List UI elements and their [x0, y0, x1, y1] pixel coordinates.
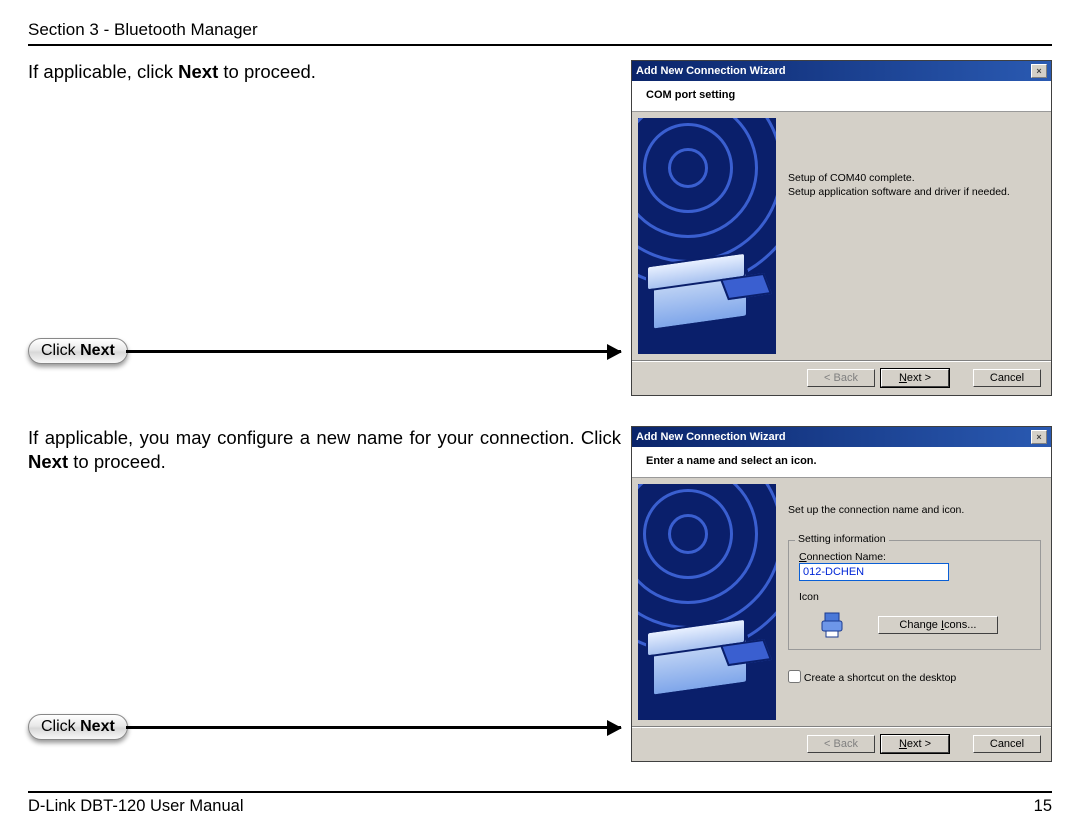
next-rest: ext > [907, 372, 931, 384]
fieldset-label: Setting information [795, 533, 889, 545]
footer-page: 15 [1034, 797, 1052, 816]
wizard2-body: Set up the connection name and icon. Set… [632, 478, 1051, 726]
wizard1-msg1: Setup of COM40 complete. [788, 172, 1041, 184]
instr2-post: to proceed. [68, 451, 166, 472]
cancel-button[interactable]: Cancel [973, 735, 1041, 753]
printer-icon [819, 611, 845, 639]
pill2-bold: Next [80, 718, 115, 735]
icon-label: Icon [799, 591, 819, 603]
pill-2: Click Next [28, 714, 128, 740]
callout-2: Click Next [28, 714, 621, 740]
instruction-2: If applicable, you may configure a new n… [28, 426, 621, 474]
back-button[interactable]: < Back [807, 735, 875, 753]
page-footer: D-Link DBT-120 User Manual 15 [28, 791, 1052, 816]
wizard1-msg2: Setup application software and driver if… [788, 186, 1041, 198]
row-1: If applicable, click Next to proceed. Cl… [28, 60, 1052, 396]
change-rest: cons... [944, 619, 976, 631]
pill-1: Click Next [28, 338, 128, 364]
wizard1-subtitle: COM port setting [632, 81, 1051, 112]
callout-1: Click Next [28, 338, 621, 364]
next-u: N [899, 372, 907, 384]
wizard-2: Add New Connection Wizard × Enter a name… [631, 426, 1052, 762]
change-icons-button[interactable]: Change Icons... [878, 616, 998, 634]
wizard2-subtitle: Enter a name and select an icon. [632, 447, 1051, 478]
wizard1-graphic [638, 118, 776, 354]
instr1-bold: Next [178, 61, 218, 82]
close-icon[interactable]: × [1031, 64, 1047, 78]
wizard1-msg: Setup of COM40 complete. Setup applicati… [782, 118, 1045, 354]
icon-row: Icon Change Icons... [799, 591, 1030, 639]
conn-name-label: Connection Name: [799, 551, 886, 563]
wizard2-title: Add New Connection Wizard [636, 431, 786, 443]
wizard1-titlebar: Add New Connection Wizard × [632, 61, 1051, 81]
footer-left: D-Link DBT-120 User Manual [28, 797, 244, 816]
instruction-col-1: If applicable, click Next to proceed. Cl… [28, 60, 621, 396]
wizard2-right: Set up the connection name and icon. Set… [782, 484, 1045, 720]
change-pre: Change [899, 619, 941, 631]
shortcut-row: Create a shortcut on the desktop [788, 670, 1041, 684]
instr1-pre: If applicable, click [28, 61, 178, 82]
instr2-bold: Next [28, 451, 68, 472]
next-button[interactable]: Next > [881, 369, 949, 387]
cancel-button[interactable]: Cancel [973, 369, 1041, 387]
wizard2-heading: Set up the connection name and icon. [788, 504, 1041, 516]
wizard1-title: Add New Connection Wizard [636, 65, 786, 77]
wizard1-body: Setup of COM40 complete. Setup applicati… [632, 112, 1051, 360]
pill1-bold: Next [80, 342, 115, 359]
instruction-1: If applicable, click Next to proceed. [28, 60, 621, 84]
shortcut-label: Create a shortcut on the desktop [804, 672, 956, 684]
next2-u: N [899, 738, 907, 750]
connection-name-input[interactable] [799, 563, 949, 581]
instr1-post: to proceed. [218, 61, 316, 82]
pill2-pre: Click [41, 718, 80, 735]
wizard2-footer: < Back Next > Cancel [632, 726, 1051, 761]
wizard2-titlebar: Add New Connection Wizard × [632, 427, 1051, 447]
arrow-1 [126, 350, 621, 353]
row-2: If applicable, you may configure a new n… [28, 426, 1052, 762]
instruction-col-2: If applicable, you may configure a new n… [28, 426, 621, 762]
next2-rest: ext > [907, 738, 931, 750]
wizard-1: Add New Connection Wizard × COM port set… [631, 60, 1052, 396]
setting-fieldset: Setting information Connection Name: Ico… [788, 540, 1041, 650]
instr2-pre: If applicable, you may configure a new n… [28, 427, 621, 448]
wizard2-graphic [638, 484, 776, 720]
conn-rest: onnection Name: [807, 551, 886, 563]
arrow-2 [126, 726, 621, 729]
close-icon[interactable]: × [1031, 430, 1047, 444]
shortcut-checkbox[interactable] [788, 670, 801, 683]
conn-u: C [799, 551, 807, 563]
wizard1-footer: < Back Next > Cancel [632, 360, 1051, 395]
conn-name-row: Connection Name: [799, 551, 1030, 581]
pill1-pre: Click [41, 342, 80, 359]
back-button[interactable]: < Back [807, 369, 875, 387]
page-header: Section 3 - Bluetooth Manager [28, 20, 1052, 46]
next-button[interactable]: Next > [881, 735, 949, 753]
